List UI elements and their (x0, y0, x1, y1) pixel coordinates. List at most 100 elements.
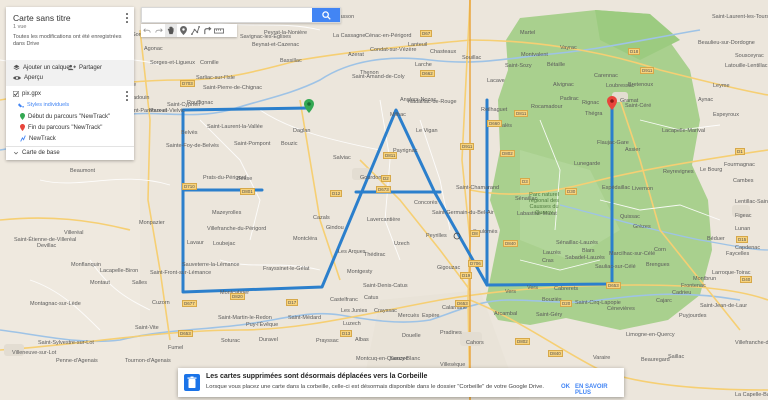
road-number-badge: D3 (520, 178, 530, 185)
marker-icon[interactable] (177, 24, 189, 37)
place-label: Livernon (632, 186, 654, 192)
road-number-badge: D17 (286, 299, 299, 306)
road-number-badge: D673 (376, 186, 391, 193)
road-number-badge: D710 (182, 183, 197, 190)
place-label: Montbrun (693, 276, 717, 282)
layer-style-link[interactable]: Styles individuels (18, 102, 69, 108)
place-label: Salviac (333, 155, 351, 161)
place-label: Gigouzac (437, 265, 461, 271)
preview-label: Aperçu (24, 75, 44, 81)
hand-icon[interactable] (165, 24, 177, 37)
place-label: Cazals (313, 215, 330, 221)
directions-icon[interactable] (201, 24, 213, 37)
place-label: Martel (520, 30, 536, 36)
place-label: Beaumont (70, 168, 96, 174)
add-layer-button[interactable]: Ajouter un calque (13, 64, 70, 71)
place-label: Saint-Chamarand (456, 185, 500, 191)
place-label: Gramat (620, 98, 639, 104)
place-label: Lentillac-Saint-Blaise (735, 199, 768, 205)
share-label: Partager (79, 64, 103, 71)
place-label: Villefranche-de-Rouergue (735, 340, 768, 346)
list-item-end[interactable]: Fin du parcours "NewTrack" (20, 124, 102, 131)
place-label: Lavaur (187, 240, 204, 246)
place-label: Bouzic (281, 141, 298, 147)
place-label: Saint-Jean-de-Laur (700, 303, 748, 309)
notification-title: Les cartes supprimées sont désormais dép… (206, 373, 428, 380)
eye-icon (13, 76, 21, 80)
place-label: Loubressac (606, 83, 635, 89)
road-number-badge: D677 (182, 300, 197, 307)
place-label: Lanteuil (408, 42, 428, 48)
road-number-badge: D811 (383, 152, 398, 159)
place-label: Saint-Médard (288, 315, 322, 321)
place-label: Montgesty (347, 269, 373, 275)
place-label: Nadaillac-de-Rouge (408, 99, 457, 105)
place-label: Douelle (402, 333, 421, 339)
list-item-label: Début du parcours "NewTrack" (28, 113, 111, 120)
place-label: Bétaille (547, 62, 566, 68)
place-label: Assier (625, 147, 641, 153)
ok-button[interactable]: OK (561, 384, 570, 390)
place-label: Cajarc (656, 298, 672, 304)
road-number-badge: D811 (514, 110, 529, 117)
base-map-toggle[interactable]: Carte de base (13, 150, 60, 156)
road-number-badge: D1 (735, 148, 745, 155)
layer-options-icon[interactable] (124, 91, 130, 101)
place-label: Peyrat-la-Nonière (264, 30, 308, 36)
polyline-icon[interactable] (189, 24, 201, 37)
search-button[interactable] (312, 8, 340, 22)
learn-more-button[interactable]: EN SAVOIR PLUS (575, 384, 624, 396)
place-label: Concorès (414, 200, 438, 206)
place-label: Bassillac (280, 58, 302, 64)
place-label: Saint-Amand-de-Coly (352, 74, 405, 80)
place-label: Thédirac (364, 252, 386, 258)
view-count: 1 vue (13, 24, 27, 30)
place-label: Duravel (259, 337, 278, 343)
place-label: Reilhaguet (481, 107, 508, 113)
start-marker-icon[interactable] (304, 99, 314, 113)
road-number-badge: D40 (740, 276, 753, 283)
place-label: Saint-Pompont (234, 141, 271, 147)
place-label: Tournon-d'Agenais (125, 358, 171, 364)
end-marker-icon[interactable] (607, 96, 617, 110)
place-label: Saint-Vite (135, 325, 159, 331)
place-label: Luzech (343, 321, 361, 327)
place-label: Sauliac-sur-Célé (595, 264, 636, 270)
search-input[interactable] (145, 9, 305, 21)
list-item-start[interactable]: Début du parcours "NewTrack" (20, 113, 110, 120)
redo-icon[interactable] (153, 24, 165, 37)
map-title[interactable]: Carte sans titre (13, 13, 71, 23)
place-label: Daglan (293, 128, 311, 134)
ruler-icon[interactable] (213, 24, 225, 37)
road-number-badge: D662 (420, 70, 435, 77)
panel-actions: Ajouter un calque Partager Aperçu (6, 60, 134, 86)
road-number-badge: D67 (420, 30, 433, 37)
road-number-badge: D13 (340, 330, 353, 337)
checkbox-icon[interactable] (13, 91, 19, 97)
place-label: Carennac (594, 73, 618, 79)
undo-icon[interactable] (141, 24, 153, 37)
map-options-icon[interactable] (124, 13, 130, 23)
share-button[interactable]: Partager (68, 64, 102, 71)
place-label: Aynac (698, 97, 714, 103)
place-label: Rouffignac (187, 100, 214, 106)
layer-pixgpx[interactable]: pix.gpx (13, 91, 41, 97)
place-label: Beauregard (641, 357, 670, 363)
place-label: Latouille-Lentillac (725, 63, 768, 69)
place-label: Lacapelle-Marival (662, 128, 706, 134)
place-label: Alvignac (553, 82, 574, 88)
place-label: Cadrieu (672, 290, 692, 296)
place-label: Penne-d'Agenais (56, 358, 98, 364)
place-label: Sarliac-sur-l'Isle (196, 75, 235, 81)
place-label: Mercuès (398, 313, 420, 319)
place-label: Les Arques (338, 249, 366, 255)
preview-button[interactable]: Aperçu (13, 75, 43, 81)
place-label: Grèzes (633, 224, 651, 230)
list-item-track[interactable]: NewTrack (20, 135, 56, 142)
place-label: Monflanquin (71, 262, 101, 268)
place-label: Saint-Laurent-la-Vallée (207, 124, 263, 130)
place-label: Montagnac-sur-Lède (30, 301, 81, 307)
place-label: Padirac (560, 96, 579, 102)
place-label: Arcambal (494, 311, 518, 317)
place-label: Cahors (466, 340, 484, 346)
